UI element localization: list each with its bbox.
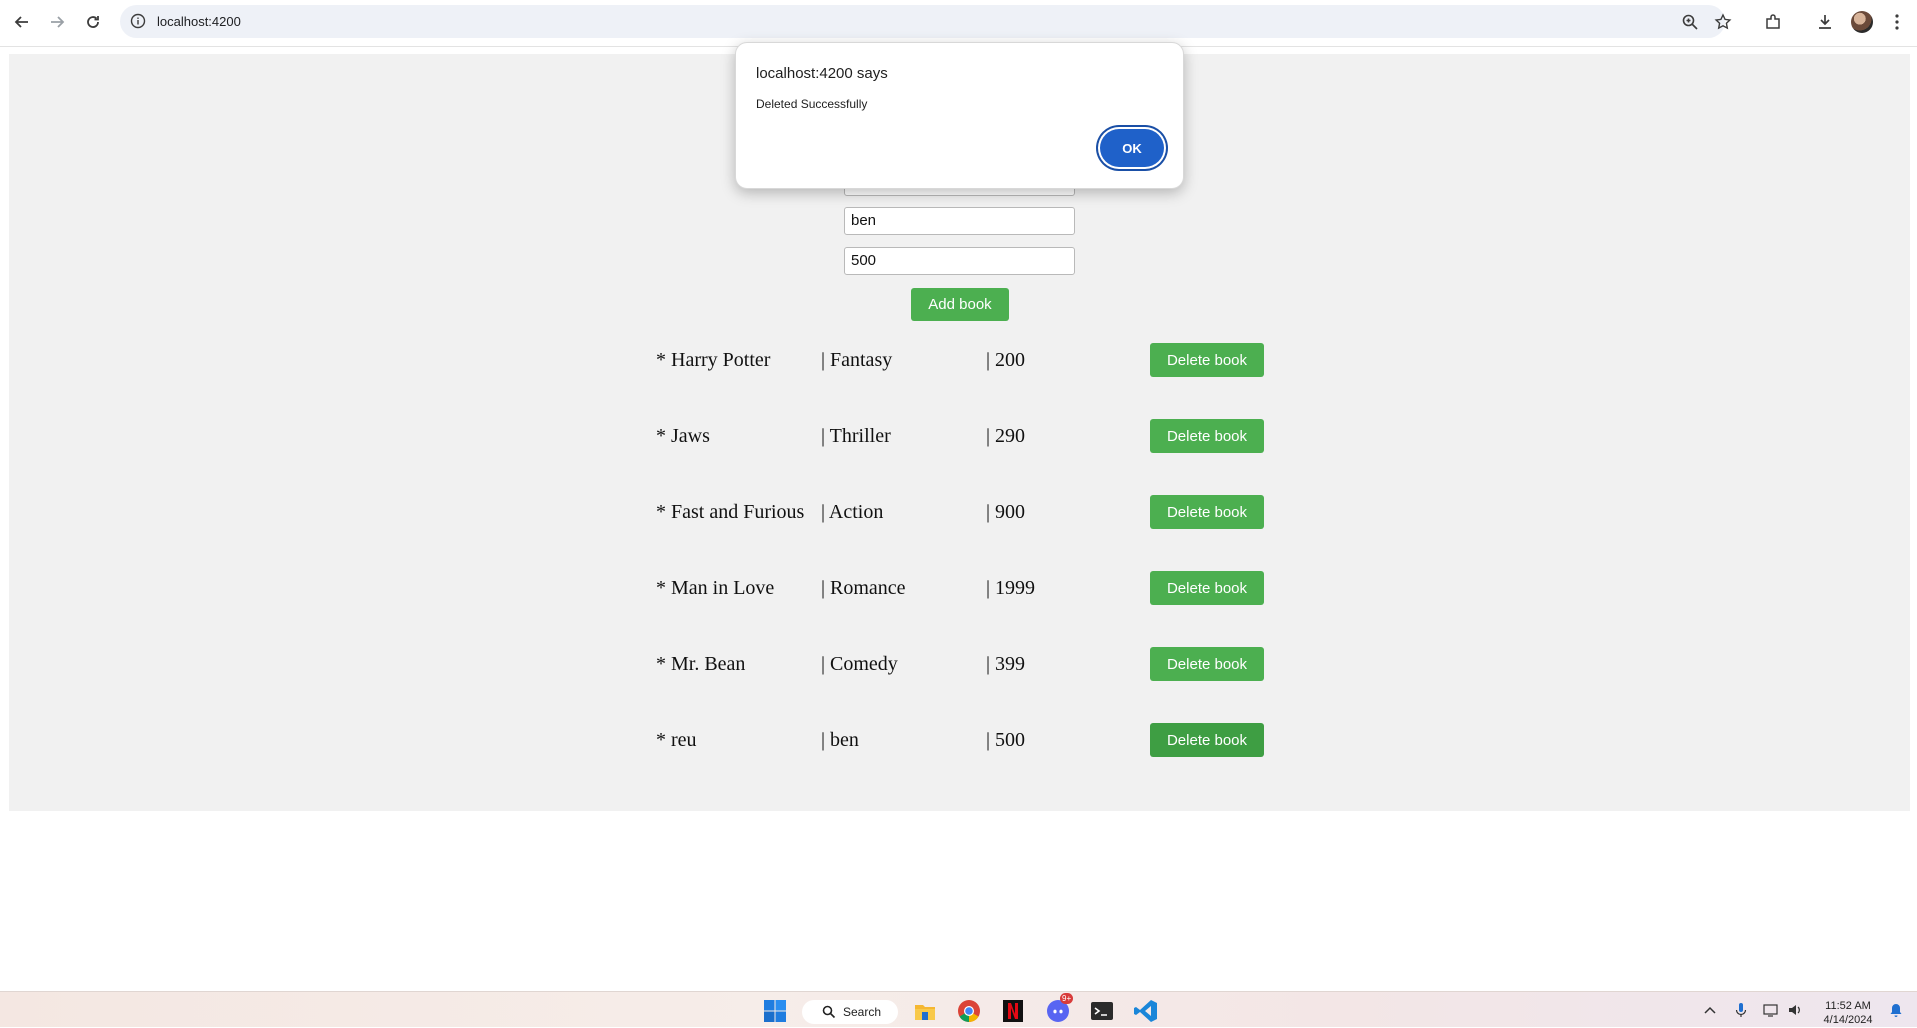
terminal-icon[interactable] [1090, 999, 1114, 1023]
list-item: * Fast and Furious | Action | 900 Delete… [656, 495, 1266, 535]
microphone-icon[interactable] [1733, 1002, 1749, 1018]
book-price: | 200 [986, 349, 1026, 371]
zoom-icon[interactable] [1681, 13, 1699, 31]
discord-badge: 9+ [1060, 993, 1074, 1004]
delete-book-button[interactable]: Delete book [1150, 343, 1264, 377]
book-price: | 900 [986, 501, 1026, 523]
ok-button[interactable]: OK [1100, 129, 1164, 167]
book-genre: | Fantasy [821, 349, 893, 371]
book-title: * Fast and Furious [656, 501, 805, 523]
dialog-title: localhost:4200 says [756, 65, 888, 82]
book-price: | 290 [986, 425, 1026, 447]
list-item: * Man in Love | Romance | 1999 Delete bo… [656, 571, 1266, 611]
alert-dialog: localhost:4200 says Deleted Successfully… [735, 42, 1184, 189]
clock-date: 4/14/2024 [1823, 1014, 1873, 1026]
search-label: Search [843, 1005, 882, 1019]
file-explorer-icon[interactable] [913, 999, 937, 1023]
book-genre: | Action [821, 501, 884, 523]
clock-time: 11:52 AM [1825, 1000, 1871, 1012]
vscode-icon[interactable] [1134, 999, 1158, 1023]
list-item: * Harry Potter | Fantasy | 200 Delete bo… [656, 343, 1266, 383]
notification-bell-icon[interactable] [1888, 1002, 1904, 1018]
windows-start-icon[interactable] [763, 999, 787, 1023]
profile-avatar[interactable] [1851, 11, 1873, 33]
book-title: * Man in Love [656, 577, 775, 599]
book-title: * Harry Potter [656, 349, 771, 371]
delete-book-button[interactable]: Delete book [1150, 647, 1264, 681]
extensions-icon[interactable] [1762, 11, 1784, 33]
book-title: * Mr. Bean [656, 653, 746, 675]
book-price: | 399 [986, 653, 1026, 675]
search-icon [822, 1005, 836, 1019]
list-item: * Jaws | Thriller | 290 Delete book [656, 419, 1266, 459]
downloads-icon[interactable] [1814, 11, 1836, 33]
discord-icon[interactable]: 9+ [1046, 993, 1074, 1023]
book-genre: | Romance [821, 577, 906, 599]
tray-chevron-up-icon[interactable] [1702, 1002, 1718, 1018]
book-genre: | Comedy [821, 653, 898, 675]
site-info-icon[interactable] [130, 13, 146, 29]
book-genre: | ben [821, 729, 859, 751]
author-field[interactable]: ben [844, 207, 1075, 235]
taskbar: Search 9+ 11:52 AM 4/14/2024 [0, 991, 1917, 1027]
dialog-message: Deleted Successfully [756, 97, 868, 111]
book-title: * Jaws [656, 425, 710, 447]
address-bar[interactable]: localhost:4200 [120, 5, 1732, 38]
book-genre: | Thriller [821, 425, 891, 447]
menu-kebab-icon[interactable] [1886, 11, 1908, 33]
reload-icon[interactable] [82, 11, 104, 33]
taskbar-clock[interactable]: 11:52 AM 4/14/2024 [1818, 999, 1878, 1027]
delete-book-button[interactable]: Delete book [1150, 571, 1264, 605]
price-field[interactable]: 500 [844, 247, 1075, 275]
url-text[interactable]: localhost:4200 [157, 14, 241, 29]
delete-book-button[interactable]: Delete book [1150, 419, 1264, 453]
taskbar-search[interactable]: Search [802, 1000, 898, 1024]
book-price: | 500 [986, 729, 1026, 751]
book-price: | 1999 [986, 577, 1036, 599]
delete-book-button[interactable]: Delete book [1150, 495, 1264, 529]
netflix-icon[interactable] [1001, 999, 1025, 1023]
network-icon[interactable] [1763, 1002, 1779, 1018]
delete-book-button[interactable]: Delete book [1150, 723, 1264, 757]
back-icon[interactable] [11, 11, 33, 33]
book-title: * reu [656, 729, 697, 751]
bookmark-star-icon[interactable] [1714, 13, 1732, 31]
chrome-icon[interactable] [957, 999, 981, 1023]
browser-toolbar: localhost:4200 [0, 0, 1917, 47]
forward-icon[interactable] [46, 11, 68, 33]
volume-icon[interactable] [1787, 1002, 1803, 1018]
list-item: * Mr. Bean | Comedy | 399 Delete book [656, 647, 1266, 687]
list-item: * reu | ben | 500 Delete book [656, 723, 1266, 763]
add-book-button[interactable]: Add book [911, 288, 1009, 321]
